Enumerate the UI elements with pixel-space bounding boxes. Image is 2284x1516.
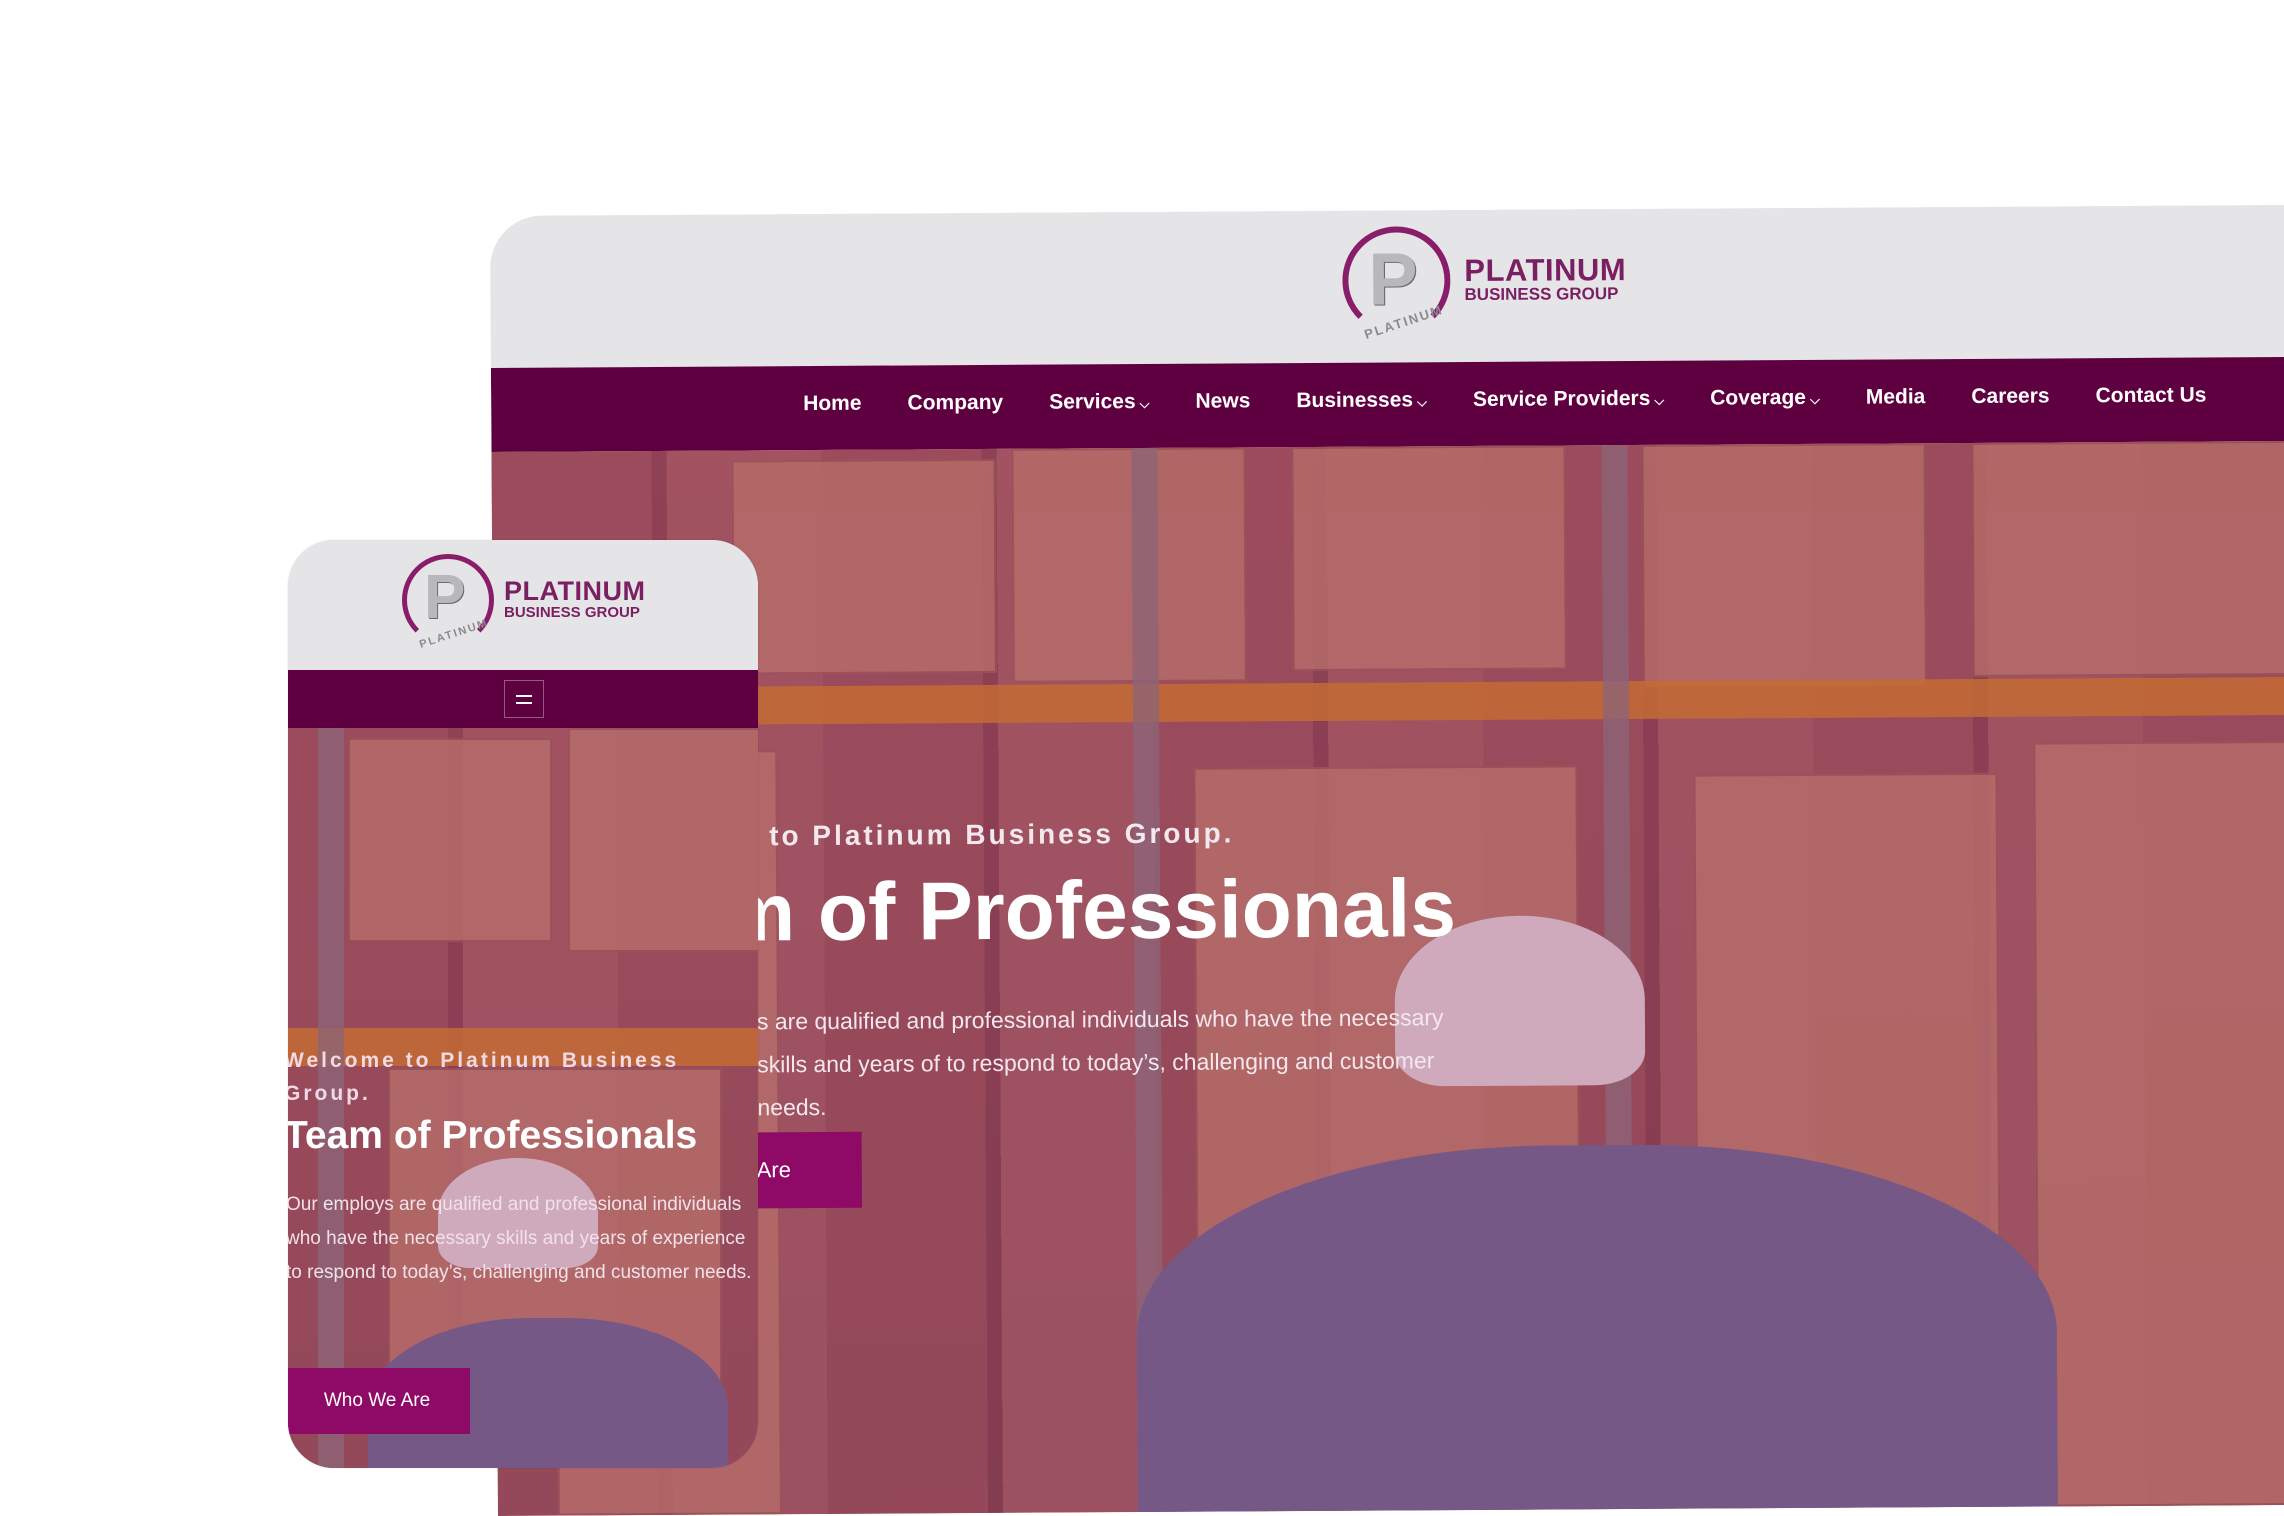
mobile-hero-kicker: Welcome to Platinum Business Group. [288,1049,680,1105]
nav-item-label: Businesses [1296,388,1414,413]
nav-item-news[interactable]: News [1195,389,1250,413]
nav-item-label: Company [907,390,1004,415]
nav-item-home[interactable]: Home [803,392,862,416]
nav-item-careers[interactable]: Careers [1971,384,2049,408]
nav-item-contact-us[interactable]: Contact Us [2095,384,2206,409]
nav-item-label: News [1195,389,1251,413]
brand-subname: BUSINESS GROUP [1464,284,1619,305]
nav-item-company[interactable]: Company [907,391,1003,416]
nav-item-media[interactable]: Media [1866,385,1926,409]
logo-mark-icon: P PLATINUM [402,554,494,651]
nav-item-label: Service Providers [1472,386,1651,411]
logo-mark-icon: P PLATINUM [1342,226,1451,342]
chevron-down-icon: ⌵ [1139,395,1150,412]
nav-item-label: Coverage [1710,385,1807,410]
mobile-brand-logo[interactable]: P PLATINUM PLATINUM BUSINESS GROUP [402,554,646,651]
main-navigation: Home Company Services ⌵ News Businesses ⌵ Servi… [490,356,2284,452]
hero-section [491,440,2284,1516]
hero-kicker: e to Platinum Business Group. [739,817,1235,852]
desktop-mockup: P PLATINUM PLATINUM BUSINESS GROUP Home C… [490,204,2284,1516]
nav-item-label: Home [803,391,862,416]
brand-subname: BUSINESS GROUP [504,604,640,622]
nav-item-businesses[interactable]: Businesses ⌵ [1296,388,1427,413]
nav-item-label: Contact Us [2095,383,2207,408]
mobile-hero-description: Our employs are qualified and profession… [288,1194,752,1283]
nav-item-label: Media [1865,385,1926,409]
brand-name: PLATINUM [1464,252,1627,289]
chevron-down-icon: ⌵ [1809,391,1820,407]
hero-background-image [491,440,2284,1516]
nav-item-label: Careers [1971,384,2050,408]
brand-name: PLATINUM [504,576,646,607]
nav-item-coverage[interactable]: Coverage ⌵ [1710,386,1820,411]
mobile-hero-section: Welcome to Platinum Business Group. Team… [288,728,758,1468]
chevron-down-icon: ⌵ [1417,394,1427,410]
brand-logo[interactable]: P PLATINUM PLATINUM BUSINESS GROUP [1342,225,1627,342]
hero-description: s are qualified and professional individ… [756,1004,1444,1121]
mobile-header: P PLATINUM PLATINUM BUSINESS GROUP [288,540,758,670]
site-header: P PLATINUM PLATINUM BUSINESS GROUP [490,204,2284,368]
mobile-mockup: P PLATINUM PLATINUM BUSINESS GROUP Welco… [288,540,758,1468]
mobile-hero-title: Team of Professionals [288,1114,698,1157]
mobile-who-we-are-button[interactable]: Who We Are [288,1368,470,1434]
hamburger-icon[interactable] [504,680,544,718]
nav-item-label: Services [1049,390,1136,414]
mobile-navigation [288,670,758,728]
hero-title: m of Professionals [721,863,1457,959]
nav-item-services[interactable]: Services ⌵ [1049,390,1149,415]
nav-item-service-providers[interactable]: Service Providers ⌵ [1473,387,1664,412]
chevron-down-icon: ⌵ [1654,392,1665,408]
nav-list: Home Company Services ⌵ News Businesses ⌵ Servi… [803,383,2252,416]
